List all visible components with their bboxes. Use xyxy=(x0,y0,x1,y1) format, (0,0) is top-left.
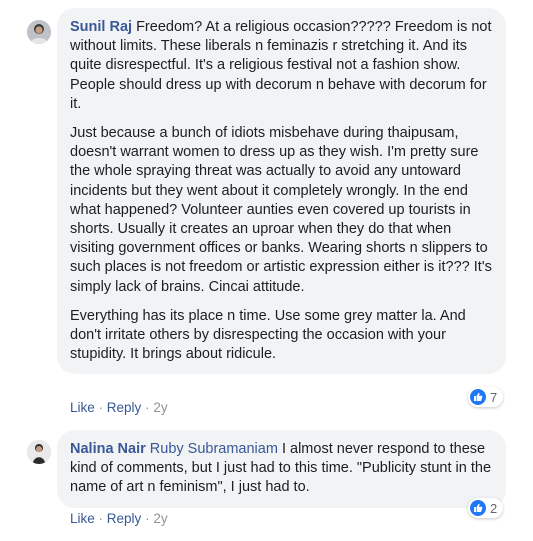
comment-text: Freedom? At a religious occasion????? Fr… xyxy=(70,19,492,112)
reply-link[interactable]: Reply xyxy=(107,511,142,526)
reaction-number: 7 xyxy=(490,389,498,405)
avatar[interactable] xyxy=(27,20,51,44)
comment-author[interactable]: Nalina Nair xyxy=(70,441,146,457)
comment-bubble: Nalina Nair Ruby Subramaniam I almost ne… xyxy=(57,430,506,508)
mention-link[interactable]: Ruby Subramaniam xyxy=(150,441,278,457)
separator: · xyxy=(98,511,104,526)
reply-link[interactable]: Reply xyxy=(107,400,142,415)
comment-bubble: Sunil Raj Freedom? At a religious occasi… xyxy=(57,8,506,375)
comment-2: Nalina Nair Ruby Subramaniam I almost ne… xyxy=(0,420,533,541)
avatar[interactable] xyxy=(27,440,51,464)
like-icon xyxy=(470,500,486,516)
like-icon xyxy=(470,389,486,405)
separator: · xyxy=(145,511,150,526)
reaction-count[interactable]: 7 xyxy=(468,387,504,407)
comment-text: Just because a bunch of idiots misbehave… xyxy=(70,125,492,295)
comment-author[interactable]: Sunil Raj xyxy=(70,19,132,35)
comment-actions: Like · Reply · 2y xyxy=(70,400,168,415)
timestamp[interactable]: 2y xyxy=(153,511,167,526)
comment-actions: Like · Reply · 2y xyxy=(70,511,168,526)
comment-text: Everything has its place n time. Use som… xyxy=(70,307,466,363)
reaction-number: 2 xyxy=(490,500,498,516)
separator: · xyxy=(145,400,150,415)
reaction-count[interactable]: 2 xyxy=(468,498,504,518)
like-link[interactable]: Like xyxy=(70,400,95,415)
like-link[interactable]: Like xyxy=(70,511,95,526)
separator: · xyxy=(98,400,104,415)
timestamp[interactable]: 2y xyxy=(153,400,167,415)
comment-1: Sunil Raj Freedom? At a religious occasi… xyxy=(0,0,533,420)
